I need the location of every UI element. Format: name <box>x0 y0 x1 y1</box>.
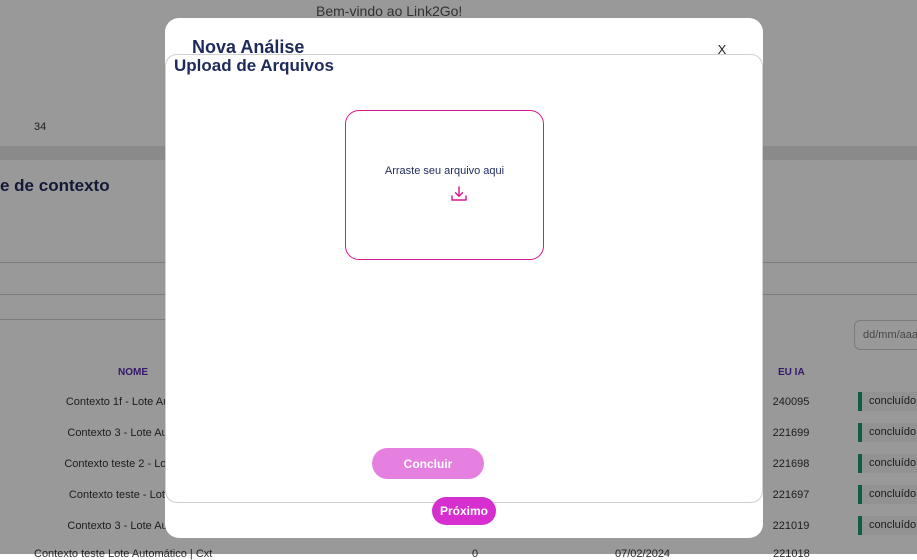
upload-title: Upload de Arquivos <box>174 56 334 75</box>
conclude-button[interactable]: Concluir <box>372 448 484 479</box>
download-icon <box>451 186 467 201</box>
new-analysis-modal: Nova Análise X Upload de Arquivos Arrast… <box>165 18 763 538</box>
dropzone-text: Arraste seu arquivo aqui <box>384 165 505 177</box>
next-button[interactable]: Próximo <box>432 497 496 525</box>
file-dropzone[interactable]: Arraste seu arquivo aqui <box>345 110 544 260</box>
upload-panel: Upload de Arquivos Arraste seu arquivo a… <box>165 54 763 503</box>
